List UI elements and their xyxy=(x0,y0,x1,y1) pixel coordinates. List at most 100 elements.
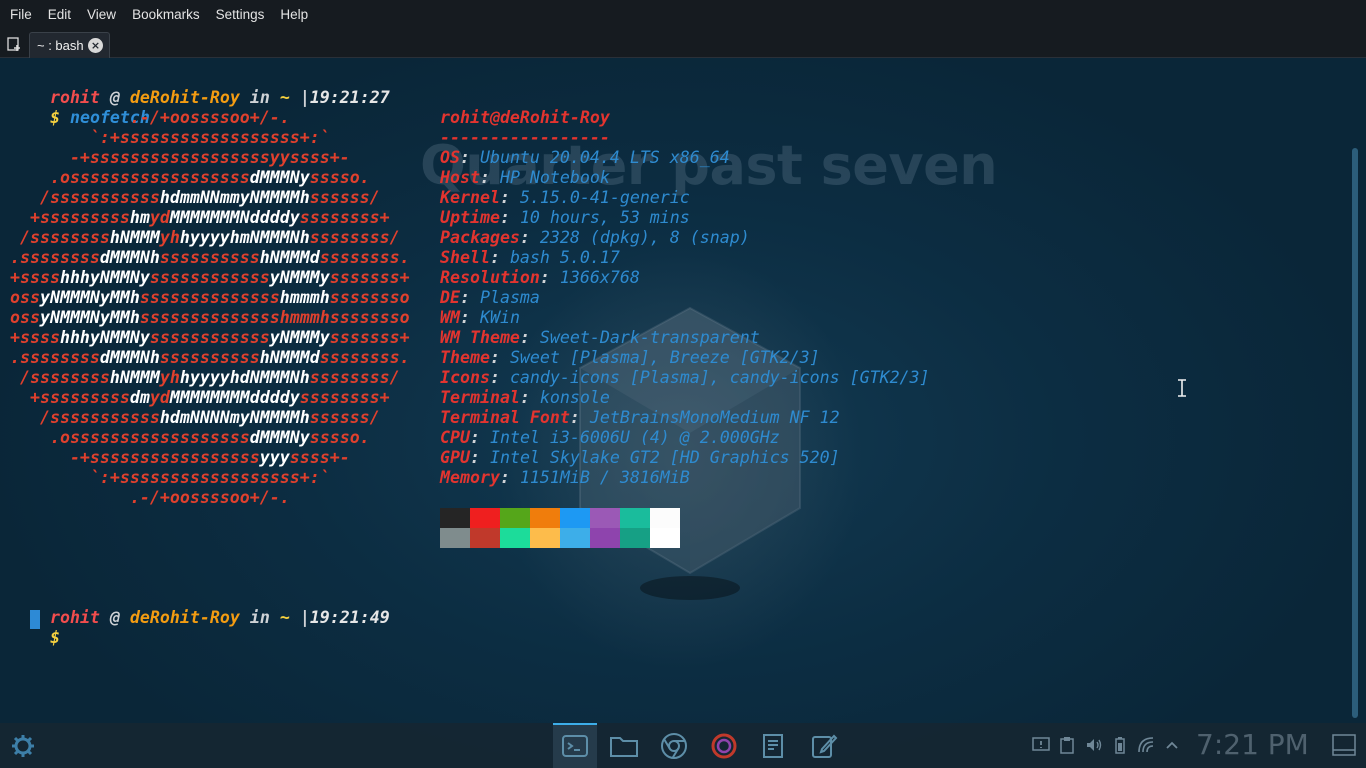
palette-swatch xyxy=(530,528,560,548)
info-row: Memory: 1151MiB / 3816MiB xyxy=(440,468,690,488)
info-value: JetBrainsMonoMedium NF 12 xyxy=(589,408,840,427)
logo-segment: oss xyxy=(10,308,40,327)
logo-segment: hNMMM xyxy=(109,368,160,387)
logo-line: .-/+oossssoo+/-. xyxy=(10,488,290,508)
firefox-icon[interactable] xyxy=(707,729,741,763)
prompt-line: rohit @ deRohit-Roy in ~ |19:21:49 xyxy=(10,588,390,627)
chevron-up-icon[interactable] xyxy=(1163,736,1181,754)
terminal-scrollbar[interactable] xyxy=(1348,58,1362,723)
info-row: CPU: Intel i3-6006U (4) @ 2.000GHz xyxy=(440,428,780,448)
logo-segment: hm xyxy=(129,208,150,227)
menu-settings[interactable]: Settings xyxy=(208,0,273,30)
logo-segment: /sssssssssss xyxy=(10,188,160,207)
menu-edit[interactable]: Edit xyxy=(40,0,79,30)
palette-swatch xyxy=(470,508,500,528)
logo-line: .-/+oossssoo+/-. xyxy=(10,108,290,128)
info-label: GPU xyxy=(440,448,470,467)
info-label: DE xyxy=(440,288,460,307)
info-row: Terminal: konsole xyxy=(440,388,610,408)
info-colon: : xyxy=(519,388,540,407)
logo-line: -+ssssssssssssssssssyyssss+- xyxy=(10,148,350,168)
volume-icon[interactable] xyxy=(1085,736,1103,754)
logo-segment: +sssssssss xyxy=(10,388,130,407)
logo-segment: dMMMNy xyxy=(249,168,310,187)
palette-swatch xyxy=(530,508,560,528)
battery-icon[interactable] xyxy=(1111,736,1129,754)
taskbar-panel: 7:21 PM xyxy=(0,723,1366,768)
logo-segment: yyy xyxy=(259,448,290,467)
prompt-time: 19:21:49 xyxy=(309,608,390,627)
info-value: 2328 (dpkg), 8 (snap) xyxy=(539,228,750,247)
panel-clock[interactable]: 7:21 PM xyxy=(1196,728,1309,761)
info-row: Host: HP Notebook xyxy=(440,168,610,188)
menu-help[interactable]: Help xyxy=(272,0,316,30)
prompt-dir: ~ xyxy=(279,608,290,627)
info-row: GPU: Intel Skylake GT2 [HD Graphics 520] xyxy=(440,448,840,468)
info-value: Intel Skylake GT2 [HD Graphics 520] xyxy=(489,448,840,467)
logo-segment: `:+ssssssssssssssssss+:` xyxy=(10,468,330,487)
document-viewer-icon[interactable] xyxy=(757,729,791,763)
logo-line: .ossssssssssssssssssdMMMNysssso. xyxy=(10,168,370,188)
prompt-time: 19:21:27 xyxy=(309,88,390,107)
info-row: Terminal Font: JetBrainsMonoMedium NF 12 xyxy=(440,408,840,428)
info-label: OS xyxy=(440,148,460,167)
logo-segment: ssss+- xyxy=(289,448,350,467)
logo-segment: ssssssssssssss xyxy=(139,288,280,307)
logo-segment: yh xyxy=(159,228,180,247)
show-desktop-icon[interactable] xyxy=(1332,734,1356,756)
terminal-output[interactable]: rohit @ deRohit-Roy in ~ |19:21:27 $ neo… xyxy=(0,58,1346,723)
palette-swatch xyxy=(560,508,590,528)
command-line: $ neofetch xyxy=(10,88,150,127)
logo-segment: hNMMMd xyxy=(259,348,320,367)
logo-segment: .ssssssss xyxy=(10,248,100,267)
palette-swatch xyxy=(620,528,650,548)
menu-file[interactable]: File xyxy=(2,0,40,30)
logo-segment: +sssssssss xyxy=(10,208,130,227)
info-value: candy-icons [Plasma], candy-icons [GTK2/… xyxy=(509,368,930,387)
logo-segment: /ssssssss xyxy=(10,228,110,247)
logo-segment: hyyyyhdNMMMNh xyxy=(179,368,310,387)
logo-segment: hdmNNNNmyNMMMMh xyxy=(159,408,310,427)
prompt-at: @ xyxy=(109,608,120,627)
close-tab-icon[interactable]: × xyxy=(88,38,103,53)
prompt-host: deRohit-Roy xyxy=(129,608,240,627)
notification-icon[interactable] xyxy=(1032,736,1050,754)
info-colon: : xyxy=(499,188,520,207)
logo-line: /sssssssshNMMMyhhyyyyhmNMMMNhssssssss/ xyxy=(10,228,400,248)
logo-segment: ssssss/ xyxy=(309,408,380,427)
info-label: CPU xyxy=(440,428,470,447)
prompt-line: rohit @ deRohit-Roy in ~ |19:21:27 xyxy=(10,68,390,107)
tab-bash[interactable]: ~ : bash × xyxy=(29,32,110,58)
info-value: Intel i3-6006U (4) @ 2.000GHz xyxy=(489,428,780,447)
chrome-icon[interactable] xyxy=(657,729,691,763)
info-label: WM Theme xyxy=(440,328,520,347)
logo-line: .ssssssssdMMMNhsssssssssshNMMMdssssssss. xyxy=(10,348,410,368)
text-editor-icon[interactable] xyxy=(807,729,841,763)
clipboard-icon[interactable] xyxy=(1058,736,1076,754)
logo-segment: ssssssss+ xyxy=(299,388,390,407)
logo-segment: +ssss xyxy=(10,328,60,347)
info-label: Host xyxy=(440,168,480,187)
folder-icon[interactable] xyxy=(607,729,641,763)
logo-line: .ssssssssdMMMNhsssssssssshNMMMdssssssss. xyxy=(10,248,410,268)
palette-swatch xyxy=(620,508,650,528)
logo-segment: sssssssssssssshmmmhssssssso xyxy=(139,308,410,327)
terminal-icon[interactable] xyxy=(558,729,592,763)
wifi-icon[interactable] xyxy=(1137,736,1155,754)
logo-segment: ssssssss+ xyxy=(299,208,390,227)
info-colon: : xyxy=(569,408,590,427)
logo-segment: ssssssssss xyxy=(159,248,260,267)
scrollbar-thumb[interactable] xyxy=(1352,148,1358,718)
info-label: Theme xyxy=(440,348,490,367)
info-colon: : xyxy=(459,308,480,327)
menu-bookmarks[interactable]: Bookmarks xyxy=(124,0,208,30)
new-tab-icon[interactable] xyxy=(6,36,22,52)
prompt-dollar: $ xyxy=(49,628,60,647)
info-colon: : xyxy=(489,348,510,367)
kde-gear-icon[interactable] xyxy=(6,729,40,763)
info-value: 1366x768 xyxy=(559,268,640,287)
info-row: Theme: Sweet [Plasma], Breeze [GTK2/3] xyxy=(440,348,820,368)
logo-line: ossyNMMMNyMMhsssssssssssssshmmmhssssssso xyxy=(10,308,410,328)
menu-view[interactable]: View xyxy=(79,0,124,30)
info-colon: : xyxy=(489,368,510,387)
